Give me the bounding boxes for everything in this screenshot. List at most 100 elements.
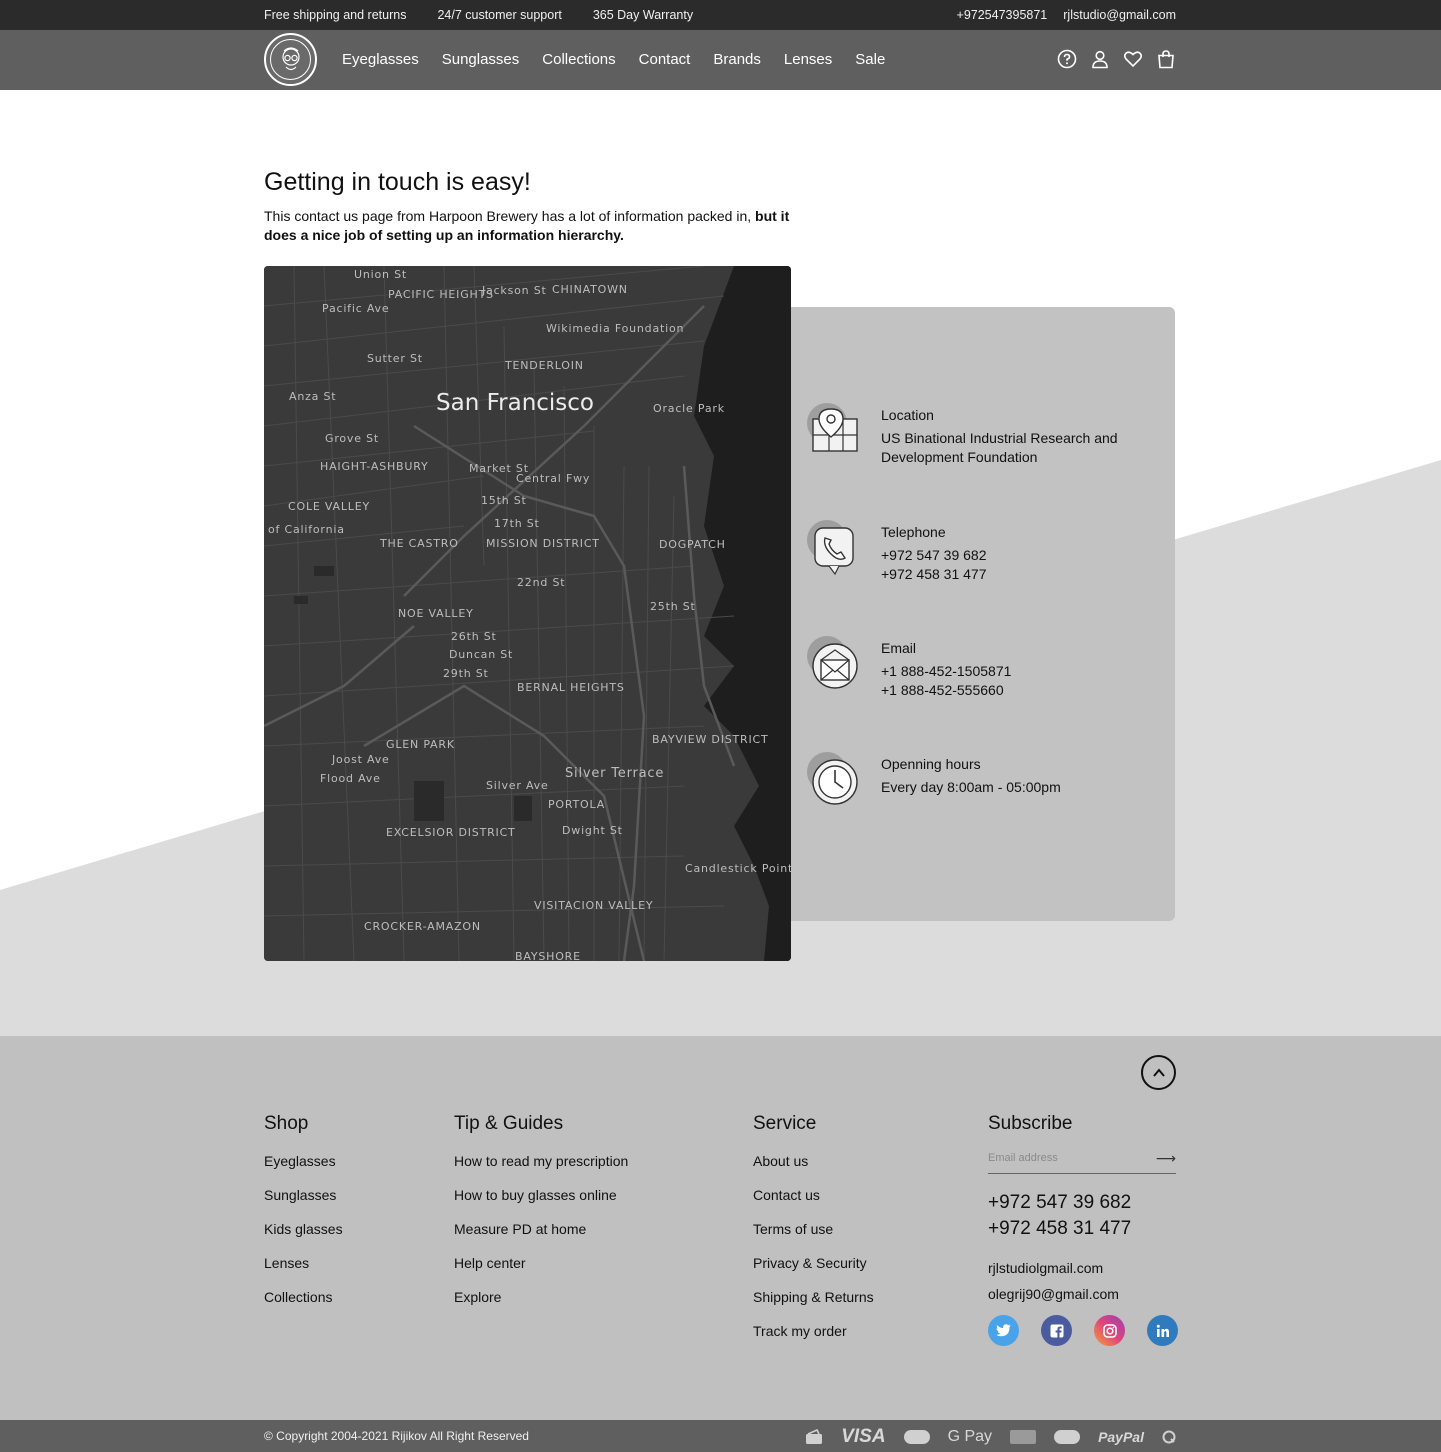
nav-eyeglasses[interactable]: Eyeglasses [342, 51, 419, 68]
map-label: CROCKER-AMAZON [364, 920, 481, 933]
footer-link[interactable]: Measure PD at home [454, 1221, 628, 1255]
footer-link[interactable]: Privacy & Security [753, 1255, 874, 1289]
footer-link[interactable]: Eyeglasses [264, 1153, 343, 1187]
footer-link[interactable]: Explore [454, 1289, 628, 1323]
paypal-logo: PayPal [1098, 1429, 1144, 1445]
linkedin-icon[interactable] [1147, 1315, 1178, 1346]
footer-link[interactable]: Help center [454, 1255, 628, 1289]
user-icon[interactable] [1090, 49, 1110, 69]
info-email-line[interactable]: +1 888-452-555660 [881, 681, 1011, 700]
footer: Shop Eyeglasses Sunglasses Kids glasses … [0, 1036, 1441, 1420]
map-label: GLEN PARK [386, 738, 455, 751]
info-phone-number[interactable]: +972 458 31 477 [881, 565, 987, 584]
logo[interactable] [264, 33, 317, 86]
maestro-icon [1054, 1430, 1081, 1444]
footer-shop-column: Shop Eyeglasses Sunglasses Kids glasses … [264, 1113, 343, 1323]
footer-phone[interactable]: +972 458 31 477 [988, 1216, 1131, 1242]
top-bar-contacts: +972547395871 rjlstudio@gmail.com [957, 8, 1176, 22]
map-label: Union St [354, 268, 407, 281]
footer-link[interactable]: About us [753, 1153, 874, 1187]
top-bar-promos: Free shipping and returns 24/7 customer … [264, 8, 693, 22]
map-label: PORTOLA [548, 798, 606, 811]
gpay-logo: G Pay [947, 1428, 993, 1445]
footer-link[interactable]: How to read my prescription [454, 1153, 628, 1187]
map-pin-icon [805, 401, 867, 463]
map-label: HAIGHT-ASHBURY [320, 460, 429, 473]
info-location-line: US Binational Industrial Research and [881, 430, 1118, 446]
footer-link[interactable]: How to buy glasses online [454, 1187, 628, 1221]
footer-phone[interactable]: +972 547 39 682 [988, 1190, 1131, 1216]
map-label: VISITACION VALLEY [534, 899, 654, 912]
map-label: Candlestick Point St Recreational Area [685, 862, 791, 875]
footer-email[interactable]: rjlstudiolgmail.com [988, 1255, 1119, 1281]
wallet-icon [806, 1429, 823, 1444]
map-label: 22nd St [517, 576, 566, 589]
nav-sale[interactable]: Sale [855, 51, 885, 68]
map-label: Joost Ave [332, 753, 390, 766]
top-bar: Free shipping and returns 24/7 customer … [0, 0, 1441, 30]
map-label: DOGPATCH [659, 538, 726, 551]
map-label: Central Fwy [516, 472, 591, 485]
footer-link[interactable]: Shipping & Returns [753, 1289, 874, 1323]
footer-link[interactable]: Kids glasses [264, 1221, 343, 1255]
map-label: Sutter St [367, 352, 423, 365]
location-map[interactable]: San Francisco Union St PACIFIC HEIGHTS P… [264, 266, 791, 961]
map-label: Oracle Park [653, 402, 725, 415]
footer-link[interactable]: Lenses [264, 1255, 343, 1289]
top-phone-link[interactable]: +972547395871 [957, 8, 1048, 22]
footer-service-title: Service [753, 1113, 817, 1134]
map-label: EXCELSIOR DISTRICT [386, 826, 516, 839]
subscribe-email-input[interactable]: Email address ⟶ [988, 1150, 1176, 1174]
info-hours-line: Every day 8:00am - 05:00pm [881, 779, 1061, 795]
nav-sunglasses[interactable]: Sunglasses [442, 51, 520, 68]
facebook-icon[interactable] [1041, 1315, 1072, 1346]
footer-shop-title: Shop [264, 1113, 309, 1134]
main-navbar: Eyeglasses Sunglasses Collections Contac… [0, 30, 1441, 90]
footer-link[interactable]: Sunglasses [264, 1187, 343, 1221]
info-email-line[interactable]: +1 888-452-1505871 [881, 662, 1011, 681]
mastercard-icon [903, 1430, 930, 1444]
footer-emails: rjlstudiolgmail.com olegrij90@gmail.com [988, 1255, 1119, 1307]
footer-subscribe-column: Subscribe [988, 1113, 1073, 1153]
nav-collections[interactable]: Collections [542, 51, 615, 68]
map-label: PACIFIC HEIGHTS [388, 288, 494, 301]
footer-phones: +972 547 39 682 +972 458 31 477 [988, 1190, 1131, 1242]
map-label: Dwight St [562, 824, 623, 837]
map-label: NOE VALLEY [398, 607, 474, 620]
scroll-to-top-button[interactable] [1141, 1055, 1176, 1090]
map-label: 29th St [443, 667, 489, 680]
instagram-icon[interactable] [1094, 1315, 1125, 1346]
twitter-icon[interactable] [988, 1315, 1019, 1346]
nav-contact[interactable]: Contact [639, 51, 691, 68]
footer-link[interactable]: Collections [264, 1289, 343, 1323]
arrow-right-icon[interactable]: ⟶ [1156, 1150, 1176, 1167]
map-label: Silver Terrace [565, 766, 665, 781]
map-label: CHINATOWN [552, 283, 628, 296]
bag-icon[interactable] [1156, 49, 1176, 69]
map-label: Anza St [289, 390, 337, 403]
top-email-link[interactable]: rjlstudio@gmail.com [1063, 8, 1176, 22]
map-label: BERNAL HEIGHTS [517, 681, 625, 694]
footer-link[interactable]: Track my order [753, 1323, 874, 1357]
promo-warranty: 365 Day Warranty [592, 8, 694, 22]
phone-icon [805, 518, 867, 580]
clock-icon [805, 750, 867, 812]
promo-support: 24/7 customer support [437, 8, 562, 22]
map-label: Grove St [325, 432, 380, 445]
nav-brands[interactable]: Brands [713, 51, 761, 68]
map-label: 15th St [481, 494, 527, 507]
map-label: Flood Ave [320, 772, 381, 785]
info-phone-number[interactable]: +972 547 39 682 [881, 546, 987, 565]
help-icon[interactable] [1057, 49, 1077, 69]
footer-email[interactable]: olegrij90@gmail.com [988, 1281, 1119, 1307]
footer-link[interactable]: Terms of use [753, 1221, 874, 1255]
footer-link[interactable]: Contact us [753, 1187, 874, 1221]
map-label: THE CASTRO [380, 537, 459, 550]
intro-text: This contact us page from Harpoon Brewer… [264, 207, 794, 245]
social-links [988, 1315, 1178, 1346]
info-telephone-title: Telephone [881, 524, 946, 540]
nav-lenses[interactable]: Lenses [784, 51, 832, 68]
footer-tips-column: Tip & Guides How to read my prescription… [454, 1113, 628, 1323]
nav-links: Eyeglasses Sunglasses Collections Contac… [342, 51, 885, 68]
heart-icon[interactable] [1123, 49, 1143, 69]
